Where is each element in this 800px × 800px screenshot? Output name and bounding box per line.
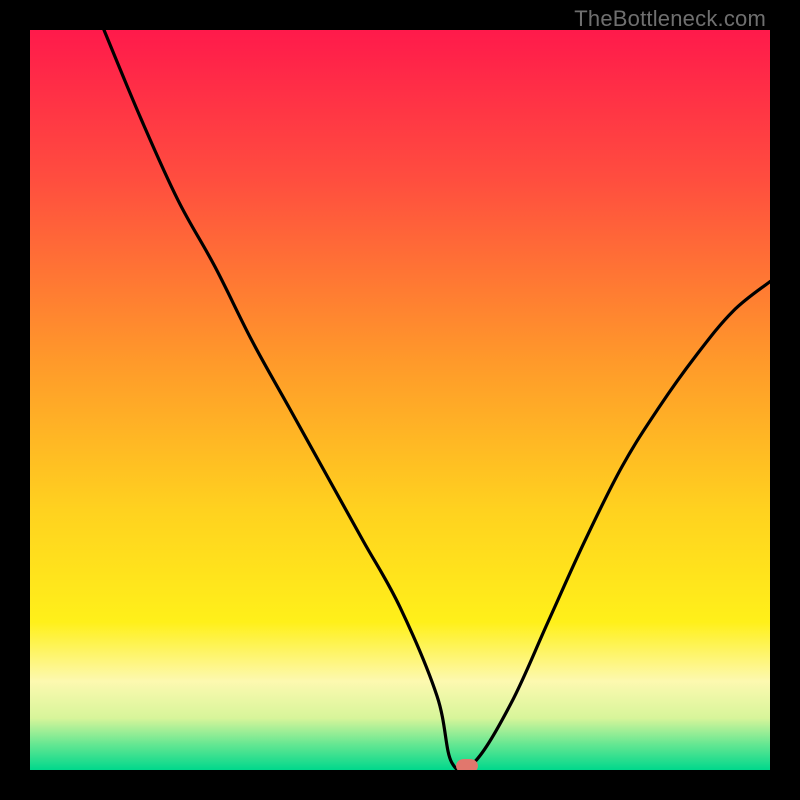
watermark-text: TheBottleneck.com [574, 6, 766, 32]
chart-frame: TheBottleneck.com [0, 0, 800, 800]
bottleneck-curve [30, 30, 770, 770]
optimal-point-marker [456, 759, 478, 770]
plot-area [30, 30, 770, 770]
